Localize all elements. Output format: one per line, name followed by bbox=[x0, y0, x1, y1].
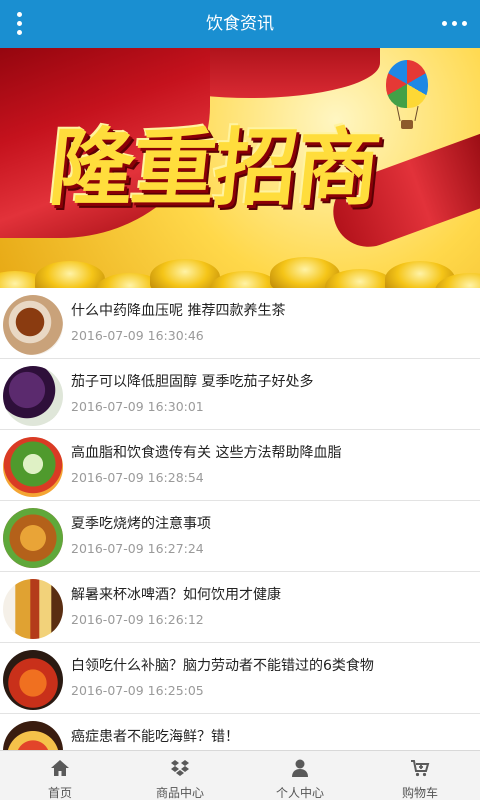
news-date: 2016-07-09 16:30:46 bbox=[71, 328, 204, 343]
list-item[interactable]: 解暑来杯冰啤酒？如何饮用才健康 2016-07-09 16:26:12 bbox=[0, 572, 480, 643]
news-title: 什么中药降血压呢 推荐四款养生茶 bbox=[71, 303, 286, 319]
news-title: 解暑来杯冰啤酒？如何饮用才健康 bbox=[71, 587, 281, 603]
crawfish-image bbox=[3, 650, 63, 710]
eggplant-image bbox=[3, 366, 63, 426]
tab-label: 购物车 bbox=[401, 786, 438, 800]
beer-image bbox=[3, 579, 63, 639]
tab-label: 个人中心 bbox=[275, 786, 324, 800]
list-item[interactable]: 什么中药降血压呢 推荐四款养生茶 2016-07-09 16:30:46 bbox=[0, 288, 480, 359]
vegetables-image bbox=[3, 437, 63, 497]
news-date: 2016-07-09 16:27:24 bbox=[71, 541, 204, 556]
dropbox-icon bbox=[171, 760, 189, 776]
news-list: 什么中药降血压呢 推荐四款养生茶 2016-07-09 16:30:46 茄子可… bbox=[0, 288, 480, 750]
news-date: 2016-07-09 16:30:01 bbox=[71, 399, 204, 414]
list-item[interactable]: 茄子可以降低胆固醇 夏季吃茄子好处多 2016-07-09 16:30:01 bbox=[0, 359, 480, 430]
user-icon bbox=[292, 759, 308, 777]
tab-cart[interactable]: 购物车 bbox=[360, 751, 480, 800]
news-title: 夏季吃烧烤的注意事项 bbox=[71, 516, 211, 532]
seafood-image bbox=[3, 721, 63, 750]
cart-icon bbox=[411, 760, 430, 777]
list-item[interactable]: 夏季吃烧烤的注意事项 2016-07-09 16:27:24 bbox=[0, 501, 480, 572]
promo-banner[interactable]: 隆重招商 bbox=[0, 48, 480, 288]
news-title: 高血脂和饮食遗传有关 这些方法帮助降血脂 bbox=[71, 445, 342, 461]
tab-profile[interactable]: 个人中心 bbox=[240, 751, 360, 800]
news-date: 2016-07-09 16:25:05 bbox=[71, 683, 204, 698]
news-date: 2016-07-09 16:28:54 bbox=[71, 470, 204, 485]
list-item[interactable]: 癌症患者不能吃海鲜？错！ bbox=[0, 714, 480, 750]
list-item[interactable]: 白领吃什么补脑？脑力劳动者不能错过的6类食物 2016-07-09 16:25:… bbox=[0, 643, 480, 714]
tab-home[interactable]: 首页 bbox=[0, 751, 120, 800]
tab-label: 商品中心 bbox=[155, 786, 204, 800]
banner-headline: 隆重招商 bbox=[44, 118, 384, 217]
barbecue-image bbox=[3, 508, 63, 568]
news-date: 2016-07-09 16:26:12 bbox=[71, 612, 204, 627]
top-bar: 饮食资讯 bbox=[0, 0, 480, 48]
tab-label: 首页 bbox=[47, 786, 72, 800]
home-icon bbox=[51, 760, 69, 776]
hot-air-balloon-icon bbox=[386, 60, 428, 108]
page-title: 饮食资讯 bbox=[206, 14, 274, 34]
news-title: 茄子可以降低胆固醇 夏季吃茄子好处多 bbox=[71, 374, 314, 390]
news-title: 白领吃什么补脑？脑力劳动者不能错过的6类食物 bbox=[71, 658, 374, 674]
tab-products[interactable]: 商品中心 bbox=[120, 751, 240, 800]
list-item[interactable]: 高血脂和饮食遗传有关 这些方法帮助降血脂 2016-07-09 16:28:54 bbox=[0, 430, 480, 501]
horizontal-dots-icon[interactable] bbox=[440, 10, 470, 38]
gold-ingots-decoration bbox=[0, 253, 480, 288]
news-title: 癌症患者不能吃海鲜？错！ bbox=[71, 729, 239, 745]
bottom-tab-bar: 首页 商品中心 个人中心 购物车 bbox=[0, 750, 480, 800]
tea-cup-image bbox=[3, 295, 63, 355]
